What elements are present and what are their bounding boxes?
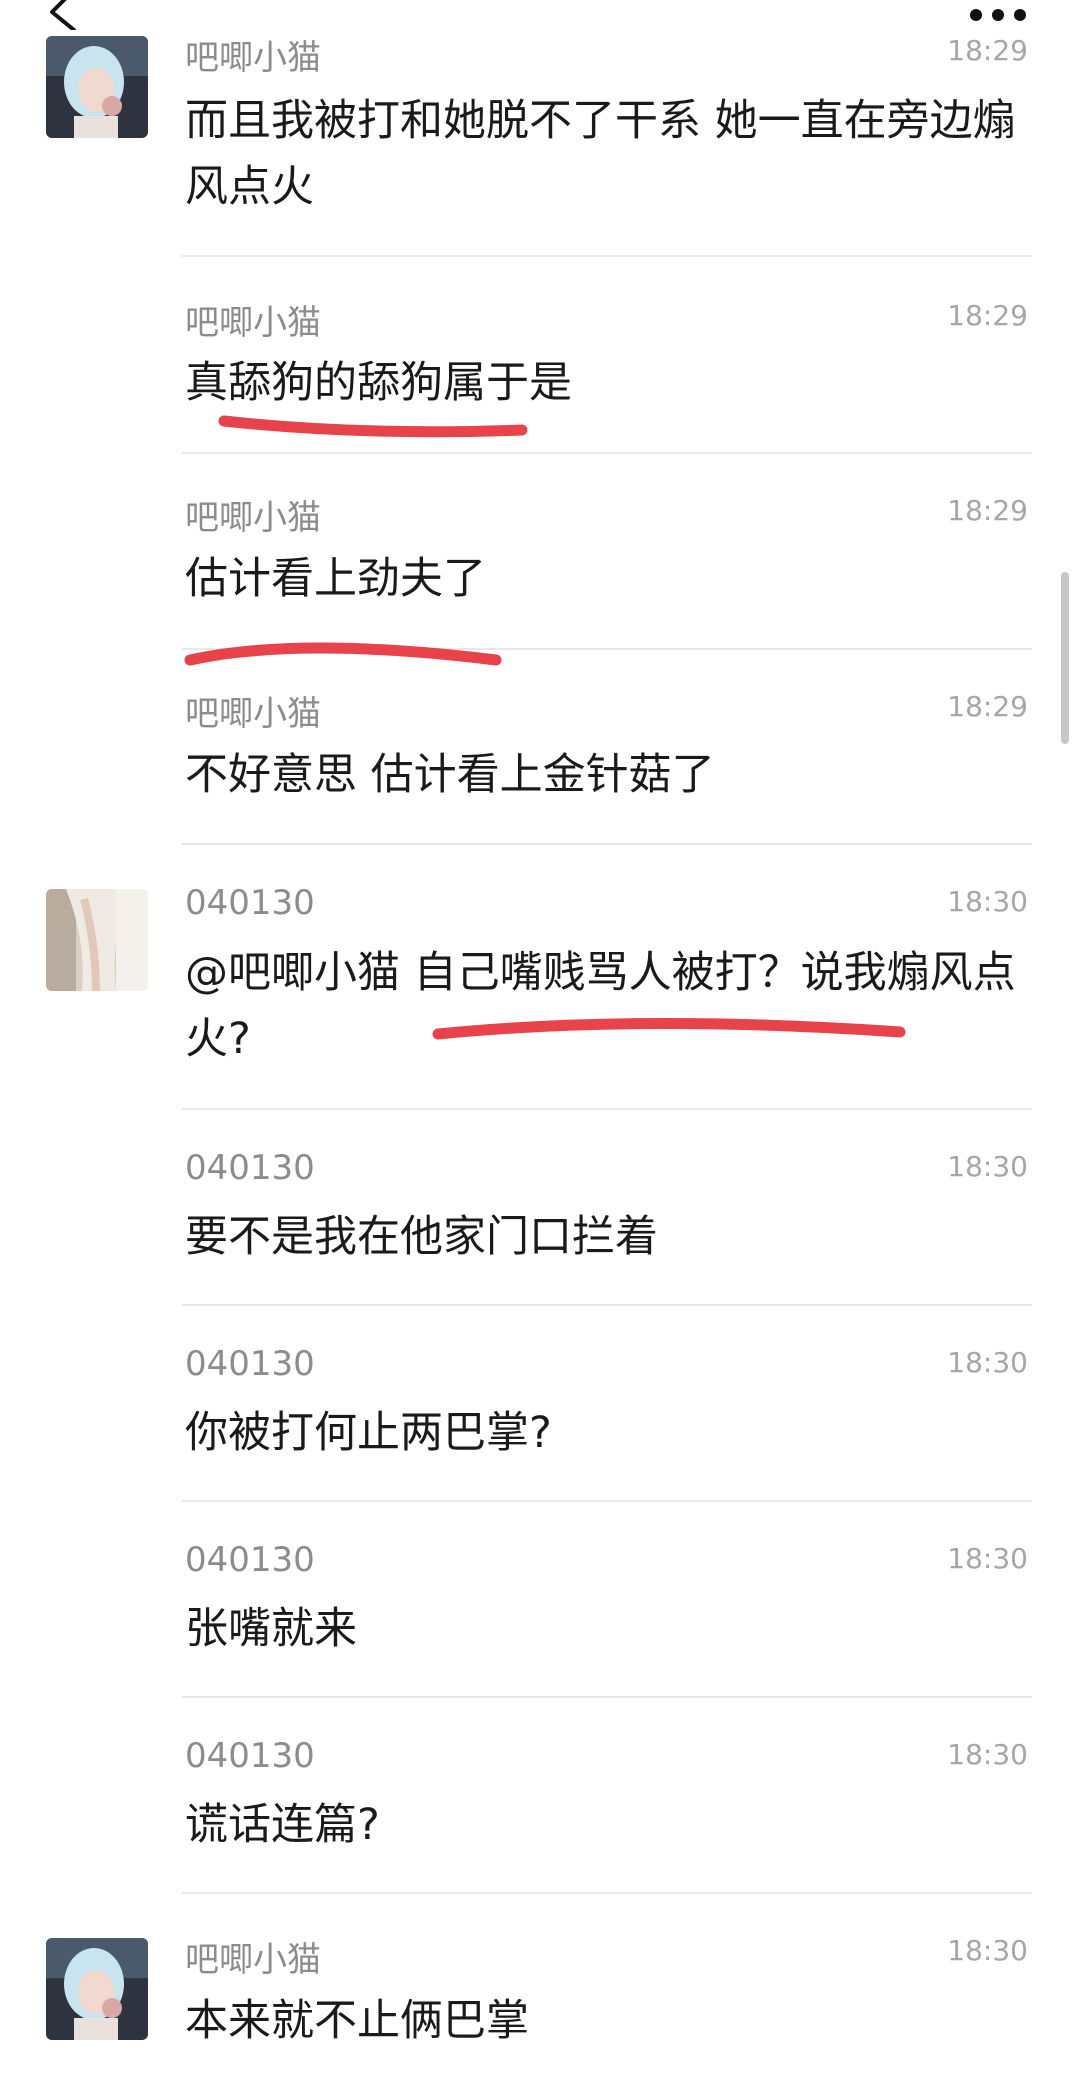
message-text: 真舔狗的舔狗属于是	[185, 358, 572, 408]
sender-name: 040130	[185, 1344, 315, 1384]
message-time: 18:29	[947, 34, 1028, 67]
avatar[interactable]	[46, 36, 148, 138]
top-bar	[0, 0, 1080, 30]
divider	[182, 1500, 1032, 1502]
message-text: @吧唧小猫 自己嘴贱骂人被打？说我煽风点火?	[185, 948, 1016, 1064]
sender-name: 吧唧小猫	[185, 38, 321, 78]
divider	[182, 1892, 1032, 1894]
message-text: 不好意思 估计看上金针菇了	[185, 750, 715, 800]
message-text: 要不是我在他家门口拦着	[185, 1212, 658, 1262]
sender-name: 040130	[185, 1736, 315, 1776]
sender-name: 吧唧小猫	[185, 303, 321, 343]
scrollbar[interactable]	[1061, 572, 1069, 744]
sender-name: 吧唧小猫	[185, 498, 321, 538]
sender-name: 吧唧小猫	[185, 694, 321, 734]
divider	[182, 1108, 1032, 1110]
message-time: 18:30	[947, 1346, 1028, 1379]
divider	[182, 843, 1032, 845]
message-text: 而且我被打和她脱不了干系 她一直在旁边煽风点火	[185, 96, 1016, 212]
red-underline	[218, 415, 528, 438]
message-time: 18:29	[947, 690, 1028, 723]
more-dots-icon[interactable]	[968, 6, 1028, 24]
message-text: 本来就不止俩巴掌	[185, 1996, 529, 2046]
message-time: 18:30	[947, 1150, 1028, 1183]
divider	[182, 1696, 1032, 1698]
sender-name: 040130	[185, 883, 315, 923]
divider	[182, 255, 1032, 257]
avatar[interactable]	[46, 889, 148, 991]
divider	[182, 648, 1032, 650]
sender-name: 040130	[185, 1540, 315, 1580]
message-text: 谎话连篇?	[185, 1800, 380, 1850]
divider	[182, 452, 1032, 454]
message-text: 张嘴就来	[185, 1604, 357, 1654]
divider	[182, 1304, 1032, 1306]
message-time: 18:30	[947, 1542, 1028, 1575]
sender-name: 040130	[185, 1148, 315, 1188]
sender-name: 吧唧小猫	[185, 1940, 321, 1980]
message-time: 18:29	[947, 494, 1028, 527]
message-time: 18:30	[947, 1934, 1028, 1967]
message-text: 估计看上劲夫了	[185, 554, 486, 604]
message-time: 18:30	[947, 1738, 1028, 1771]
message-time: 18:29	[947, 299, 1028, 332]
message-time: 18:30	[947, 885, 1028, 918]
message-text: 你被打何止两巴掌?	[185, 1408, 552, 1458]
chevron-left-icon[interactable]	[44, 0, 84, 30]
avatar[interactable]	[46, 1938, 148, 2040]
